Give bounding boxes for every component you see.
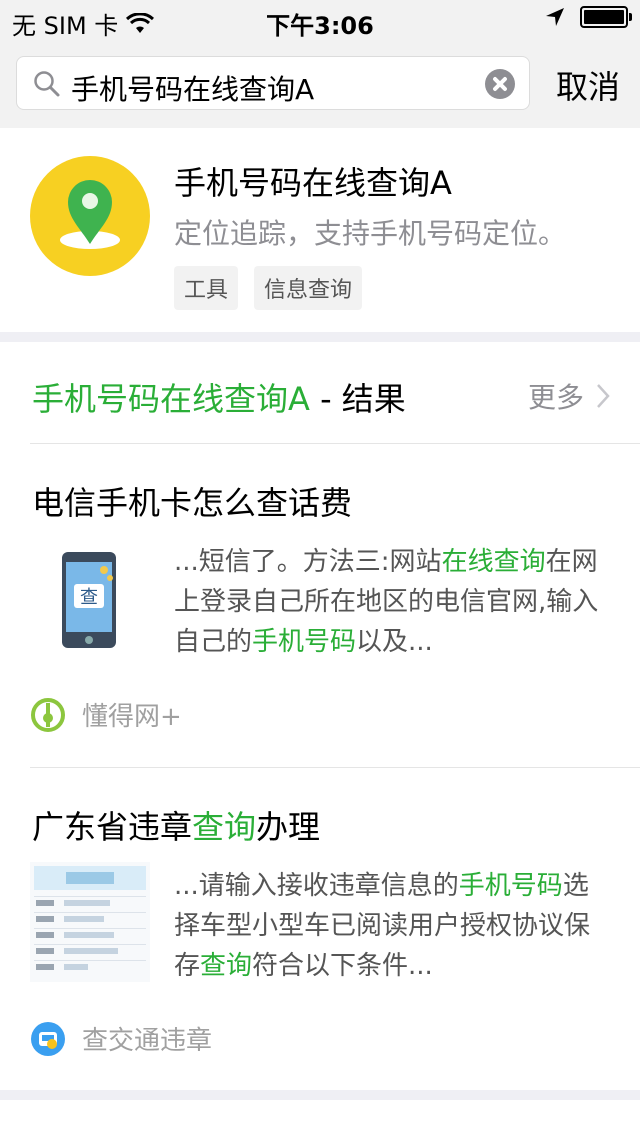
clear-icon[interactable] [485, 69, 515, 99]
title-text: 广东省违章 [32, 808, 193, 846]
app-description: 定位追踪，支持手机号码定位。 [174, 217, 567, 250]
title-text: 办理 [256, 808, 321, 846]
dongde-logo-icon [31, 697, 65, 732]
result-snippet: ...短信了。方法三:网站在线查询在网上登录自己所在地区的电信官网,输入自己的手… [174, 542, 604, 662]
search-bar: 手机号码在线查询A 取消 [0, 40, 640, 128]
more-button[interactable]: 更多 [528, 376, 610, 416]
chevron-right-icon [597, 384, 610, 408]
snippet-highlight: 手机号码 [458, 871, 563, 901]
snippet-text: 以及... [356, 627, 433, 657]
tag-info-query: 信息查询 [254, 266, 363, 310]
next-result-card[interactable] [0, 1100, 640, 1136]
snippet-text: ...短信了。方法三:网站 [174, 547, 442, 577]
snippet-highlight: 手机号码 [252, 627, 357, 657]
app-result-card[interactable]: 手机号码在线查询A 定位追踪，支持手机号码定位。 工具 信息查询 [0, 128, 640, 332]
section-title-suffix: - 结果 [309, 380, 406, 418]
cancel-button[interactable]: 取消 [556, 62, 620, 108]
divider [30, 767, 640, 768]
result-source: 懂得网+ [30, 696, 182, 733]
app-title: 手机号码在线查询A [174, 164, 452, 202]
location-arrow-icon [546, 8, 564, 26]
snippet-highlight: 查询 [200, 951, 253, 981]
result-title: 广东省违章查询办理 [32, 802, 320, 848]
app-tags: 工具 信息查询 [174, 266, 363, 310]
source-name: 懂得网+ [82, 702, 182, 732]
source-name: 查交通违章 [82, 1026, 213, 1056]
result-title: 电信手机卡怎么查话费 [32, 484, 353, 522]
traffic-violation-logo-icon [31, 1021, 65, 1056]
status-bar: 无 SIM 卡 下午3:06 [0, 0, 640, 40]
more-label: 更多 [527, 381, 584, 414]
search-icon [34, 71, 60, 97]
divider [30, 443, 640, 444]
snippet-text: ...请输入接收违章信息的 [174, 871, 459, 901]
section-title-keyword: 手机号码在线查询A [32, 380, 310, 418]
result-snippet: ...请输入接收违章信息的手机号码选择车型小型车已阅读用户授权协议保存查询符合以… [174, 866, 604, 986]
section-title: 手机号码在线查询A - 结果 [32, 374, 406, 420]
battery-icon [580, 6, 632, 28]
snippet-highlight: 在线查询 [441, 547, 546, 577]
search-input-value: 手机号码在线查询A [71, 73, 315, 106]
title-highlight: 查询 [192, 808, 257, 846]
search-input[interactable]: 手机号码在线查询A [16, 56, 530, 110]
snippet-text: 符合以下条件... [252, 951, 433, 981]
tag-tools: 工具 [174, 266, 239, 310]
status-right [544, 6, 632, 28]
map-pin-icon [60, 180, 120, 249]
form-screenshot-thumbnail [30, 862, 150, 982]
phone-thumbnail: 查 [30, 538, 150, 658]
app-logo [30, 156, 150, 276]
result-source: 查交通违章 [30, 1020, 212, 1057]
svg-text:查: 查 [80, 587, 98, 608]
results-card: 手机号码在线查询A - 结果 更多 电信手机卡怎么查话费 查 ...短信了。方法… [0, 342, 640, 1090]
